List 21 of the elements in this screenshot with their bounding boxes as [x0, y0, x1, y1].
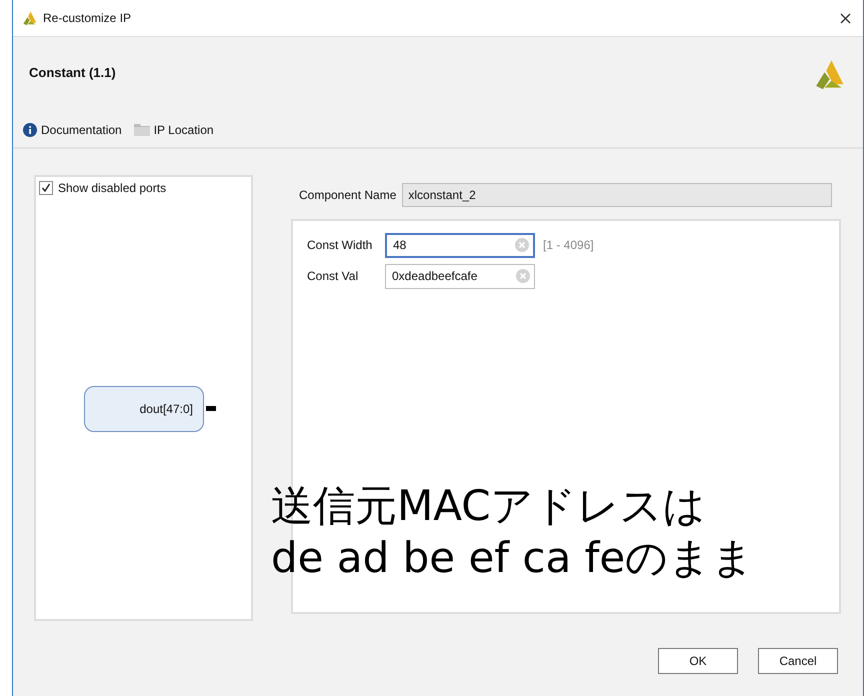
checkbox-label[interactable]: Show disabled ports: [58, 180, 166, 195]
toolbar-link[interactable]: IP Location: [134, 122, 214, 137]
dialog-title: Constant (1.1): [29, 65, 117, 80]
checkbox[interactable]: [39, 180, 53, 195]
dialog-button[interactable]: Cancel: [758, 648, 838, 674]
info-icon: [23, 122, 37, 137]
annotation-text: 送信元MACアドレスは: [271, 480, 707, 532]
port-label: dout[47:0]: [140, 402, 193, 416]
parameter-field[interactable]: 48: [385, 232, 535, 258]
field-label: Component Name: [299, 188, 396, 202]
toolbar-link[interactable]: Documentation: [23, 122, 122, 137]
logo-icon: [21, 10, 37, 26]
window-title: Re-customize IP: [43, 11, 132, 26]
annotation-text: de ad be ef ca feのまま: [271, 532, 754, 584]
dialog-button[interactable]: OK: [658, 648, 738, 674]
range-hint: [1 - 4096]: [543, 238, 594, 252]
parameter-field[interactable]: 0xdeadbeefcafe: [385, 264, 535, 289]
field-label: Const Val: [307, 269, 360, 284]
folder-icon: [134, 123, 150, 136]
port-pin: [206, 406, 216, 411]
field-label: Const Width: [307, 238, 374, 252]
